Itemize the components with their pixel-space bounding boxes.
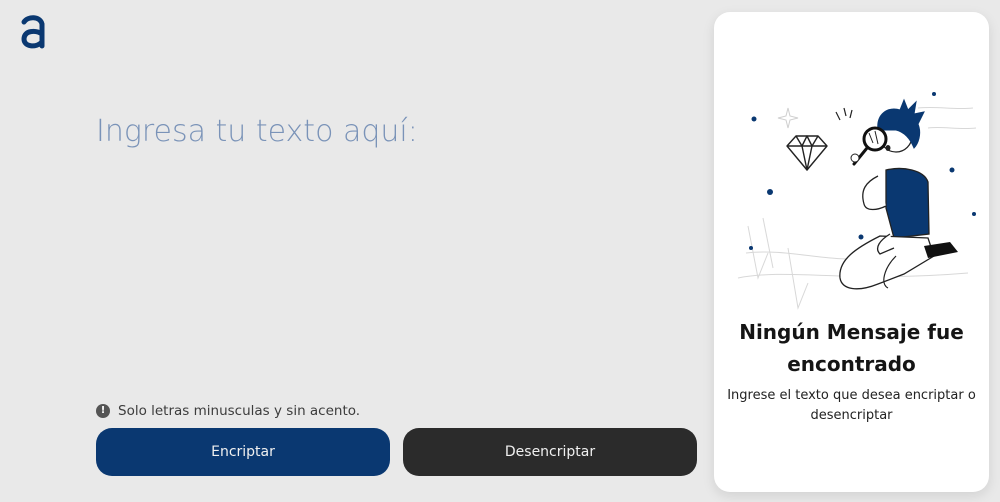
person-with-magnifier-illustration xyxy=(737,92,977,310)
exclamation-circle-icon: ! xyxy=(96,404,110,418)
text-input[interactable] xyxy=(96,110,676,380)
hint-text: Solo letras minusculas y sin acento. xyxy=(118,403,361,419)
result-panel: Ningún Mensaje fue encontrado Ingrese el… xyxy=(714,12,989,492)
encrypt-button[interactable]: Encriptar xyxy=(96,428,390,476)
decrypt-button[interactable]: Desencriptar xyxy=(403,428,697,476)
input-hint: ! Solo letras minusculas y sin acento. xyxy=(96,403,360,419)
empty-state-title: Ningún Mensaje fue encontrado xyxy=(739,320,964,376)
app-page: ! Solo letras minusculas y sin acento. E… xyxy=(0,0,1000,502)
alura-logo-icon[interactable] xyxy=(18,12,48,50)
empty-state-message: Ingrese el texto que desea encriptar o d… xyxy=(727,388,976,423)
